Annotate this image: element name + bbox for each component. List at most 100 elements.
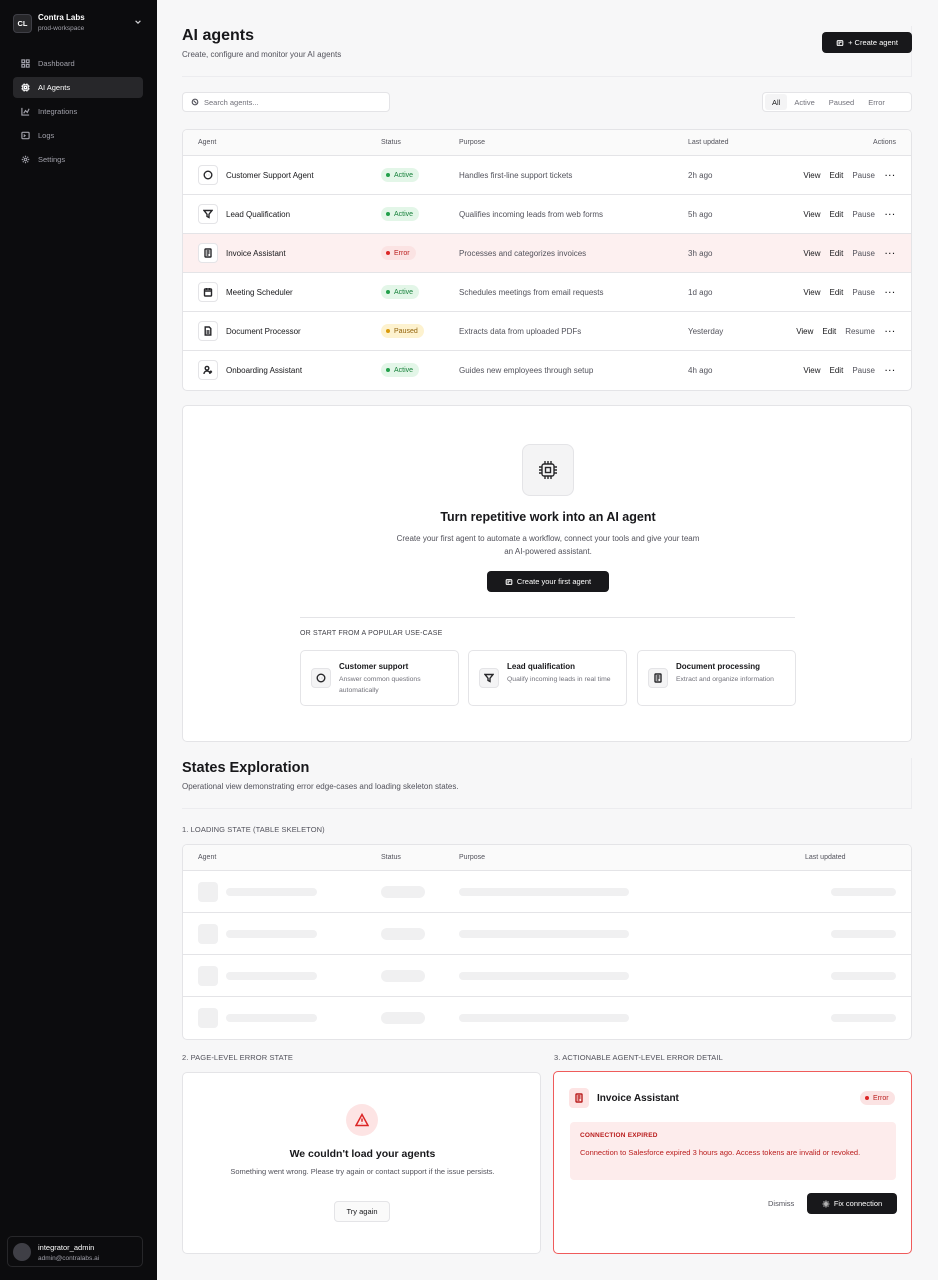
fix-connection-button[interactable]: Fix connection bbox=[807, 1193, 897, 1214]
view-button[interactable]: View bbox=[803, 288, 820, 297]
page-error-card: We couldn't load your agents Something w… bbox=[182, 1072, 541, 1254]
edit-button[interactable]: Edit bbox=[830, 249, 844, 258]
agent-purpose: Guides new employees through setup bbox=[459, 366, 594, 375]
pause-button[interactable]: Pause bbox=[852, 249, 875, 258]
table-row[interactable]: Lead Qualification Active Qualifies inco… bbox=[183, 195, 911, 234]
more-icon[interactable]: ··· bbox=[885, 249, 896, 258]
view-button[interactable]: View bbox=[803, 210, 820, 219]
filter-error[interactable]: Error bbox=[861, 94, 892, 110]
status-badge: Error bbox=[860, 1091, 895, 1105]
edit-button[interactable]: Edit bbox=[830, 210, 844, 219]
agent-name[interactable]: Lead Qualification bbox=[226, 210, 290, 219]
agent-name[interactable]: Meeting Scheduler bbox=[226, 288, 293, 297]
use-case-title: Lead qualification bbox=[507, 662, 576, 671]
pause-button[interactable]: Pause bbox=[852, 171, 875, 180]
table-row[interactable]: Invoice Assistant Error Processes and ca… bbox=[183, 234, 911, 273]
funnel-icon bbox=[203, 209, 213, 219]
edit-button[interactable]: Edit bbox=[830, 171, 844, 180]
chip-icon bbox=[505, 578, 513, 585]
fix-connection-label: Fix connection bbox=[833, 1199, 883, 1208]
sidebar-item-logs[interactable]: Logs bbox=[13, 125, 143, 146]
agent-name[interactable]: Onboarding Assistant bbox=[226, 366, 302, 375]
table-row[interactable]: Meeting Scheduler Active Schedules meeti… bbox=[183, 273, 911, 312]
filter-all[interactable]: All bbox=[765, 94, 788, 110]
agent-name[interactable]: Document Processor bbox=[226, 327, 301, 336]
filter-paused[interactable]: Paused bbox=[822, 94, 861, 110]
last-updated: 4h ago bbox=[688, 366, 713, 375]
use-case-card[interactable]: Document processing Extract and organize… bbox=[637, 650, 796, 706]
column-header: Agent bbox=[198, 139, 217, 146]
skeleton-row bbox=[183, 997, 911, 1039]
dismiss-button[interactable]: Dismiss bbox=[768, 1199, 794, 1208]
view-button[interactable]: View bbox=[803, 366, 820, 375]
chat-icon-box bbox=[311, 668, 331, 688]
agent-purpose: Schedules meetings from email requests bbox=[459, 288, 604, 297]
workspace-switcher[interactable]: CL Contra Labs prod-workspace bbox=[13, 12, 144, 38]
table-header: Agent Status Purpose Last updated bbox=[183, 845, 911, 871]
sidebar-item-dashboard[interactable]: Dashboard bbox=[13, 53, 143, 74]
agent-purpose: Processes and categorizes invoices bbox=[459, 249, 587, 258]
view-button[interactable]: View bbox=[803, 249, 820, 258]
invoice-icon bbox=[204, 248, 212, 258]
calendar-icon-box bbox=[198, 282, 218, 302]
search-input[interactable]: Search agents... bbox=[182, 92, 390, 112]
row-actions: View Edit Pause ··· bbox=[794, 249, 896, 258]
terminal-icon bbox=[21, 131, 30, 140]
create-first-agent-button[interactable]: Create your first agent bbox=[487, 571, 609, 592]
funnel-icon-box bbox=[198, 204, 218, 224]
sidebar-item-integrations[interactable]: Integrations bbox=[13, 101, 143, 122]
agent-name: Invoice Assistant bbox=[597, 1093, 679, 1104]
loading-state-label: 1. LOADING STATE (TABLE SKELETON) bbox=[182, 825, 325, 834]
table-row[interactable]: Document Processor Paused Extracts data … bbox=[183, 312, 911, 351]
more-icon[interactable]: ··· bbox=[885, 210, 896, 219]
try-again-button[interactable]: Try again bbox=[334, 1201, 390, 1222]
gear-icon bbox=[822, 1200, 830, 1207]
agent-name[interactable]: Customer Support Agent bbox=[226, 171, 314, 180]
use-case-description: Answer common questions automatically bbox=[339, 676, 421, 694]
column-header: Status bbox=[381, 854, 401, 861]
edit-button[interactable]: Edit bbox=[830, 288, 844, 297]
status-text: Error bbox=[394, 249, 410, 257]
edit-button[interactable]: Edit bbox=[822, 327, 836, 336]
last-updated: 3h ago bbox=[688, 249, 713, 258]
user-name: integrator_admin bbox=[38, 1243, 95, 1252]
edit-button[interactable]: Edit bbox=[830, 366, 844, 375]
pause-button[interactable]: Pause bbox=[852, 288, 875, 297]
empty-state-title: Turn repetitive work into an AI agent bbox=[440, 510, 656, 524]
view-button[interactable]: View bbox=[796, 327, 813, 336]
invoice-icon-box bbox=[198, 243, 218, 263]
table-row[interactable]: Onboarding Assistant Active Guides new e… bbox=[183, 351, 911, 390]
document-icon-box bbox=[198, 321, 218, 341]
agent-purpose: Extracts data from uploaded PDFs bbox=[459, 327, 582, 336]
table-row[interactable]: Customer Support Agent Active Handles fi… bbox=[183, 156, 911, 195]
more-icon[interactable]: ··· bbox=[885, 171, 896, 180]
more-icon[interactable]: ··· bbox=[885, 288, 896, 297]
chip-icon bbox=[539, 461, 557, 479]
filter-active[interactable]: Active bbox=[787, 94, 821, 110]
use-case-card[interactable]: Customer support Answer common questions… bbox=[300, 650, 459, 706]
agent-purpose: Qualifies incoming leads from web forms bbox=[459, 210, 604, 219]
column-header: Last updated bbox=[688, 139, 729, 146]
last-updated: 5h ago bbox=[688, 210, 713, 219]
agent-name[interactable]: Invoice Assistant bbox=[226, 249, 286, 258]
create-first-agent-label: Create your first agent bbox=[516, 577, 592, 586]
skeleton-row bbox=[183, 913, 911, 955]
warning-icon-box bbox=[346, 1104, 378, 1136]
user-profile[interactable]: integrator_admin admin@contralabs.ai bbox=[7, 1236, 143, 1267]
status-badge: Active bbox=[381, 168, 420, 182]
pause-button[interactable]: Pause bbox=[852, 366, 875, 375]
document-icon bbox=[204, 326, 212, 336]
sidebar-item-settings[interactable]: Settings bbox=[13, 149, 143, 170]
sidebar-item-ai-agents[interactable]: AI Agents bbox=[13, 77, 143, 98]
more-icon[interactable]: ··· bbox=[885, 327, 896, 336]
create-agent-button[interactable]: + Create agent bbox=[822, 32, 912, 53]
view-button[interactable]: View bbox=[803, 171, 820, 180]
create-agent-label: + Create agent bbox=[848, 38, 898, 47]
use-case-card[interactable]: Lead qualification Qualify incoming lead… bbox=[468, 650, 627, 706]
row-actions: View Edit Resume ··· bbox=[787, 327, 896, 336]
status-text: Error bbox=[873, 1094, 889, 1102]
resume-button[interactable]: Resume bbox=[845, 327, 875, 336]
more-icon[interactable]: ··· bbox=[885, 366, 896, 375]
page-error-label: 2. PAGE-LEVEL ERROR STATE bbox=[182, 1053, 294, 1062]
pause-button[interactable]: Pause bbox=[852, 210, 875, 219]
